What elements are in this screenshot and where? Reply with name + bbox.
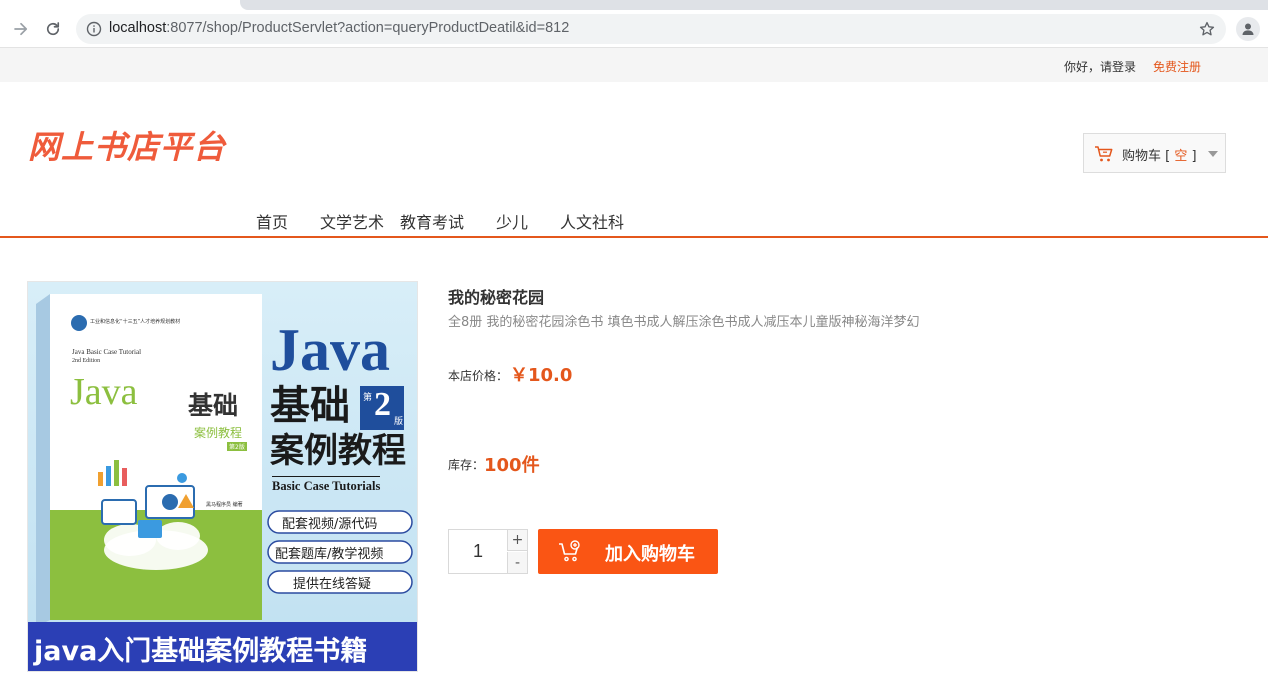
- price-label: 本店价格：: [448, 369, 509, 383]
- cover-badge-text: 工业和信息化“十三五”人才培养规划教材: [90, 319, 181, 325]
- site-topbar: 你好，请登录 免费注册: [0, 48, 1268, 82]
- register-link[interactable]: 免费注册: [1153, 58, 1201, 75]
- profile-button[interactable]: [1236, 17, 1260, 41]
- cover-en-edition: 2nd Edition: [72, 358, 101, 364]
- cover-jichu-big: 基础: [270, 382, 350, 429]
- cart-label: 购物车 [ 空 ]: [1122, 145, 1197, 164]
- cover-edition-small: 第2版: [227, 442, 247, 451]
- category-nav: 首页 文学艺术 教育考试 少儿 人文社科: [0, 200, 1268, 238]
- cover-java-small: Java: [70, 371, 138, 413]
- cover-edition-b: 版: [394, 417, 404, 427]
- nav-item-children[interactable]: 少儿: [496, 209, 528, 233]
- cover-en-title: Java Basic Case Tutorial: [72, 348, 142, 356]
- nav-item-humanities[interactable]: 人文社科: [560, 209, 624, 233]
- bookmark-star-icon[interactable]: [1198, 20, 1216, 38]
- cover-banner-text: java入门基础案例教程书籍: [34, 636, 368, 667]
- nav-item-literature-art[interactable]: 文学艺术: [320, 209, 384, 233]
- product-price: ￥10.0: [510, 365, 573, 386]
- url-host: localhost: [109, 20, 167, 36]
- person-icon: [1242, 23, 1254, 35]
- forward-button[interactable]: [6, 14, 36, 44]
- cover-case-small: 案例教程: [194, 426, 243, 440]
- cover-feature-2: 配套题库/教学视频: [275, 547, 384, 562]
- nav-item-education-exam[interactable]: 教育考试: [400, 209, 464, 233]
- cart-dropdown[interactable]: 购物车 [ 空 ]: [1083, 133, 1226, 173]
- reload-icon: [46, 22, 60, 36]
- cover-edition-num: 2: [374, 386, 391, 423]
- quantity-increase-button[interactable]: +: [507, 530, 527, 551]
- add-to-cart-button[interactable]: 加入购物车: [538, 529, 718, 574]
- product-stock: 100件: [484, 455, 540, 476]
- stock-label: 库存：: [448, 458, 485, 472]
- product-title: 我的秘密花园: [448, 288, 545, 307]
- cart-label-text: 购物车 [: [1122, 149, 1175, 164]
- cover-publisher: 黑马程序员 编著: [206, 502, 243, 508]
- cover-edition-a: 第: [363, 393, 373, 403]
- cover-feature-3: 提供在线答疑: [293, 577, 372, 592]
- address-bar[interactable]: localhost:8077/shop/ProductServlet?actio…: [76, 14, 1226, 44]
- product-image: 工业和信息化“十三五”人才培养规划教材 Java Basic Case Tuto…: [27, 281, 418, 672]
- reload-button[interactable]: [38, 14, 68, 44]
- url-text[interactable]: localhost:8077/shop/ProductServlet?actio…: [109, 20, 569, 36]
- product-description: 全8册 我的秘密花园涂色书 填色书成人解压涂色书成人减压本儿童版神秘海洋梦幻: [448, 315, 920, 330]
- site-logo[interactable]: 网上书店平台: [28, 122, 226, 168]
- add-to-cart-label: 加入购物车: [605, 544, 695, 564]
- cover-en-big: Basic Case Tutorials: [272, 476, 381, 494]
- cart-icon: [1095, 146, 1113, 162]
- quantity-decrease-button[interactable]: -: [507, 552, 527, 573]
- login-link[interactable]: 你好，请登录: [1064, 58, 1136, 75]
- cart-state: 空: [1174, 149, 1188, 164]
- cart-plus-icon: [559, 540, 580, 562]
- info-icon[interactable]: [86, 21, 102, 37]
- nav-item-home[interactable]: 首页: [256, 209, 288, 233]
- chevron-down-icon: [1208, 151, 1218, 157]
- cover-jichu-small: 基础: [188, 391, 239, 420]
- cover-case-big: 案例教程: [270, 431, 406, 471]
- cover-java-big: Java: [270, 317, 390, 383]
- cover-feature-1: 配套视频/源代码: [282, 517, 378, 532]
- publisher-badge-icon: [71, 315, 87, 331]
- arrow-right-icon: [14, 22, 28, 36]
- cart-label-suffix: ]: [1187, 149, 1197, 164]
- quantity-stepper: + -: [448, 529, 528, 574]
- quantity-input[interactable]: [449, 530, 507, 573]
- tab-strip: [240, 0, 1268, 10]
- url-path: :8077/shop/ProductServlet?action=queryPr…: [166, 20, 570, 36]
- browser-toolbar: localhost:8077/shop/ProductServlet?actio…: [0, 10, 1268, 48]
